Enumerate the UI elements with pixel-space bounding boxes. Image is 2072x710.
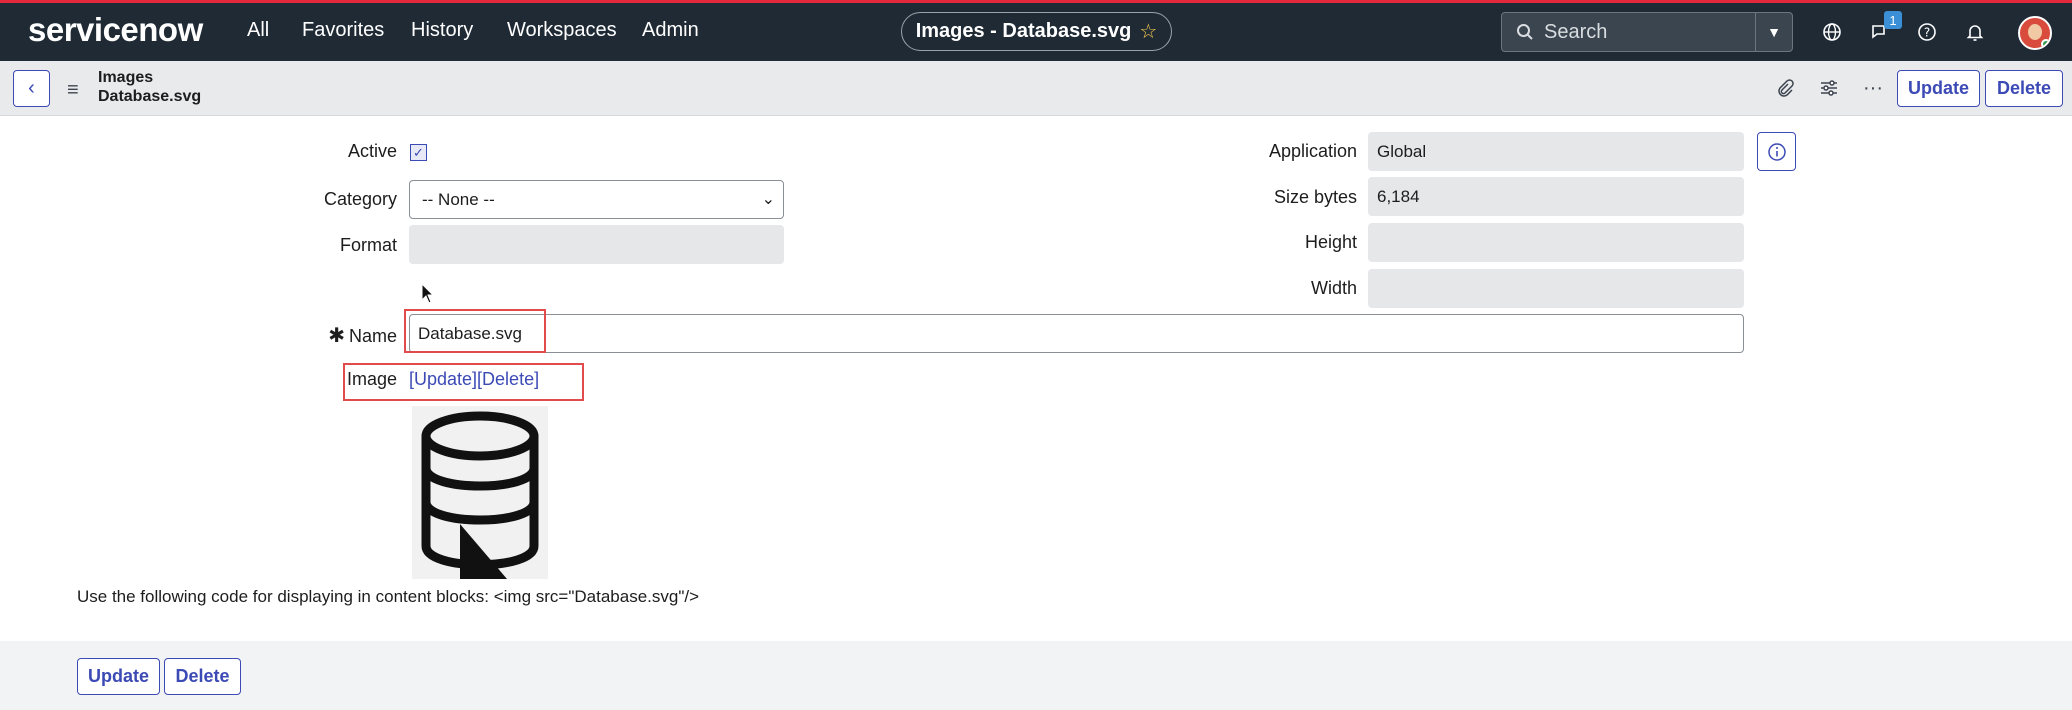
top-navigation-bar: servicenow All Favorites History Workspa… <box>0 0 2072 61</box>
global-search-input[interactable]: Search <box>1501 12 1756 52</box>
format-label: Format <box>339 235 397 255</box>
search-scope-dropdown[interactable]: ▼ <box>1755 12 1793 52</box>
more-options-icon[interactable]: ··· <box>1860 75 1886 101</box>
globe-icon[interactable] <box>1819 19 1845 45</box>
back-button[interactable]: ‹ <box>13 70 50 107</box>
caret-down-icon: ▼ <box>1767 24 1781 40</box>
height-field <box>1368 223 1744 262</box>
image-highlight-box <box>343 363 584 401</box>
record-title: Images - Database.svg <box>915 20 1132 42</box>
nav-all[interactable]: All <box>247 19 269 42</box>
height-label: Height <box>1304 232 1357 252</box>
application-field: Global <box>1368 132 1744 171</box>
footer-delete-button[interactable]: Delete <box>164 658 241 695</box>
nav-admin[interactable]: Admin <box>642 19 699 42</box>
size-bytes-label: Size bytes <box>1273 187 1357 207</box>
search-placeholder: Search <box>1544 20 1608 43</box>
name-highlight-box <box>404 309 546 353</box>
header-update-button[interactable]: Update <box>1897 70 1980 107</box>
image-preview <box>412 406 548 579</box>
mouse-cursor-icon <box>421 283 435 304</box>
nav-workspaces[interactable]: Workspaces <box>507 19 617 42</box>
breadcrumb-table: Images <box>98 69 154 86</box>
category-select[interactable]: -- None -- ⌄ <box>409 180 784 219</box>
chevron-down-icon: ⌄ <box>761 191 775 208</box>
size-bytes-field: 6,184 <box>1368 177 1744 216</box>
name-label-row: ✱ Name <box>250 323 397 348</box>
format-field <box>409 225 784 264</box>
name-input[interactable]: Database.svg <box>409 314 1744 353</box>
info-icon <box>1767 142 1786 161</box>
form-context-menu-icon[interactable]: ≡ <box>67 79 79 102</box>
category-selected-value: -- None -- <box>422 189 495 209</box>
footer-update-button[interactable]: Update <box>77 658 160 695</box>
active-label: Active <box>347 141 397 161</box>
active-checkbox[interactable]: ✓ <box>410 144 427 161</box>
record-title-pill[interactable]: Images - Database.svg ☆ <box>901 12 1172 51</box>
notifications-bell-icon[interactable] <box>1962 19 1988 45</box>
mandatory-asterisk-icon: ✱ <box>328 325 345 347</box>
help-icon[interactable]: ? <box>1914 19 1940 45</box>
form-header: ‹ ≡ Images Database.svg ··· Update Delet… <box>0 61 2072 116</box>
personalize-settings-icon[interactable] <box>1816 75 1842 101</box>
user-avatar[interactable] <box>2018 16 2052 50</box>
width-field <box>1368 269 1744 308</box>
online-status-icon <box>2041 39 2050 48</box>
content-block-code-hint: Use the following code for displaying in… <box>77 587 700 606</box>
nav-history[interactable]: History <box>411 19 473 42</box>
servicenow-logo[interactable]: servicenow <box>28 11 203 49</box>
category-label: Category <box>323 189 397 209</box>
application-label: Application <box>1268 141 1357 161</box>
breadcrumb-record: Database.svg <box>98 88 202 105</box>
name-label: Name <box>348 326 397 346</box>
nav-favorites[interactable]: Favorites <box>302 19 384 42</box>
width-label: Width <box>1310 278 1357 298</box>
search-icon <box>1517 24 1533 40</box>
paperclip-icon[interactable] <box>1772 75 1798 101</box>
svg-text:?: ? <box>1924 26 1930 40</box>
chat-badge: 1 <box>1884 11 1902 29</box>
header-delete-button[interactable]: Delete <box>1985 70 2063 107</box>
chevron-left-icon: ‹ <box>28 77 35 99</box>
form-footer <box>0 641 2072 710</box>
database-icon <box>421 411 539 579</box>
application-info-button[interactable] <box>1757 132 1796 171</box>
star-icon[interactable]: ☆ <box>1139 19 1157 44</box>
